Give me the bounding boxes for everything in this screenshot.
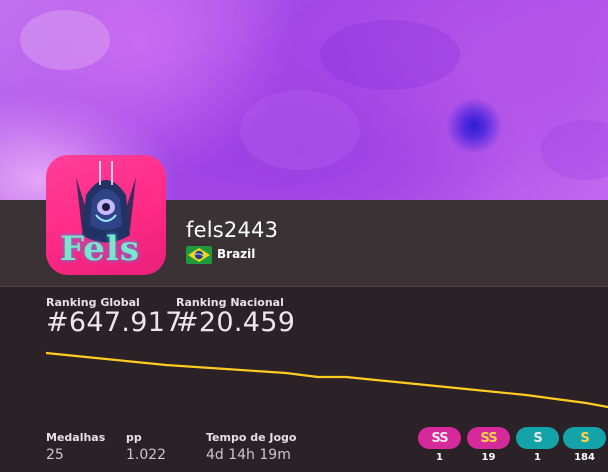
grade-badge-label: SS [431,430,448,446]
grade-count-ss-silver: 1 [436,452,443,463]
national-rank-value: #20.459 [176,307,296,338]
playtime-value: 4d 14h 19m [206,447,291,463]
playtime-label: Tempo de Jogo [206,431,297,444]
medals-value: 25 [46,447,64,463]
grade-count-s-gold: 184 [574,452,595,463]
country-name[interactable]: Brazil [217,247,255,261]
rank-history-line [46,351,608,409]
pp-label: pp [126,431,142,444]
rank-history-graph[interactable] [46,345,608,415]
grade-badge-s-gold: S [563,427,606,449]
username[interactable]: fels2443 [186,218,278,242]
cover-blot [540,120,608,180]
grade-count-ss-gold: 19 [481,452,496,463]
cover-blot [20,10,110,70]
global-rank-value: #647.917 [46,307,183,338]
grade-badge-label: S [580,430,589,446]
grade-badge-s-silver: S [516,427,559,449]
medals-label: Medalhas [46,431,106,444]
grade-badge-label: SS [480,430,497,446]
cover-blot [240,90,360,170]
user-avatar[interactable]: Fels [46,155,166,275]
pp-value: 1.022 [126,447,167,463]
avatar-text: Fels [60,229,140,269]
grade-badge-ss-silver: SS [418,427,461,449]
grade-count-s-silver: 1 [534,452,541,463]
brazil-flag-icon[interactable] [186,246,212,264]
cover-blot [320,20,460,90]
grade-badge-label: S [533,430,542,446]
grade-badge-ss-gold: SS [467,427,510,449]
